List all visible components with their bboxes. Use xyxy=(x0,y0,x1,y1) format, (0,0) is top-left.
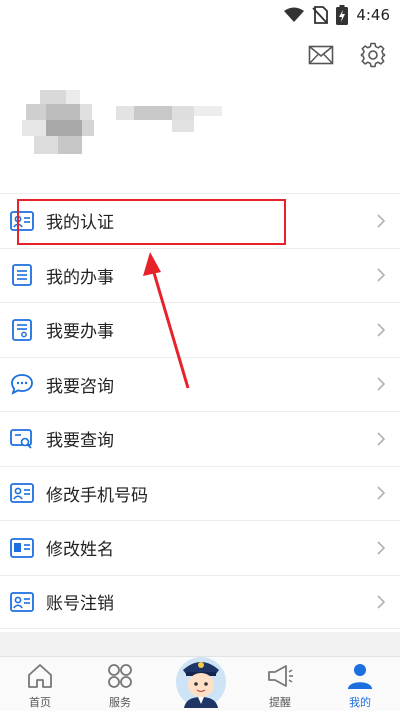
chevron-right-icon xyxy=(377,214,386,228)
tab-home[interactable]: 首页 xyxy=(0,657,80,711)
menu-item-label: 我的办事 xyxy=(46,267,114,288)
tab-reminders[interactable]: 提醒 xyxy=(240,657,320,711)
menu-item-label: 修改姓名 xyxy=(46,540,114,561)
chevron-right-icon xyxy=(377,541,386,555)
chevron-right-icon xyxy=(377,432,386,446)
menu-item-cancel-account[interactable]: 账号注销 xyxy=(0,574,400,629)
menu-item-label: 我要办事 xyxy=(46,322,114,343)
status-icons: 4:46 xyxy=(284,5,390,25)
menu-item-my-affairs[interactable]: 我的办事 xyxy=(0,247,400,303)
battery-charging-icon xyxy=(336,5,349,25)
tab-services-label: 服务 xyxy=(109,696,131,709)
no-sim-icon xyxy=(312,6,329,24)
tab-home-label: 首页 xyxy=(29,696,51,709)
settings-gear-icon[interactable] xyxy=(360,42,386,68)
tab-mine[interactable]: 我的 xyxy=(320,657,400,711)
police-avatar-icon[interactable] xyxy=(174,652,228,708)
menu-item-query[interactable]: 我要查询 xyxy=(0,411,400,466)
menu-item-apply-affairs[interactable]: 我要办事 xyxy=(0,302,400,357)
blurred-profile xyxy=(22,80,232,170)
megaphone-icon xyxy=(268,665,293,687)
chat-bubble-icon xyxy=(11,374,33,395)
tab-reminders-label: 提醒 xyxy=(269,696,291,709)
menu-item-label: 修改手机号码 xyxy=(46,485,148,506)
menu-item-change-name[interactable]: 修改姓名 xyxy=(0,520,400,575)
wifi-icon xyxy=(284,7,305,22)
grid-icon xyxy=(108,664,132,688)
tab-services[interactable]: 服务 xyxy=(80,657,160,711)
id-card-icon xyxy=(10,591,34,612)
form-document-icon xyxy=(12,318,32,341)
annotation-arrow-icon xyxy=(143,252,190,389)
chevron-right-icon xyxy=(377,268,386,282)
id-card-icon xyxy=(10,483,34,504)
tab-mine-label: 我的 xyxy=(349,696,371,709)
list-document-icon xyxy=(12,264,32,287)
mail-icon[interactable] xyxy=(308,42,334,68)
status-bar: 4:46 xyxy=(0,0,400,30)
name-card-icon xyxy=(10,537,34,558)
status-time: 4:46 xyxy=(356,6,390,24)
chevron-right-icon xyxy=(377,486,386,500)
menu-item-label: 我要咨询 xyxy=(46,376,114,397)
chevron-right-icon xyxy=(377,323,386,337)
person-icon xyxy=(348,664,372,689)
home-icon xyxy=(28,664,52,688)
menu-item-label: 我要查询 xyxy=(46,431,114,452)
chevron-right-icon xyxy=(377,377,386,391)
menu-list: 我的认证 我的办事 我要办事 我要咨询 我要查询 修改手机号码 修改姓名 账号注… xyxy=(0,193,400,629)
annotation-highlight-box xyxy=(17,199,286,245)
menu-item-label: 账号注销 xyxy=(46,594,114,615)
menu-item-change-phone[interactable]: 修改手机号码 xyxy=(0,465,400,521)
search-card-icon xyxy=(10,428,32,449)
chevron-right-icon xyxy=(377,595,386,609)
menu-item-consult[interactable]: 我要咨询 xyxy=(0,356,400,412)
